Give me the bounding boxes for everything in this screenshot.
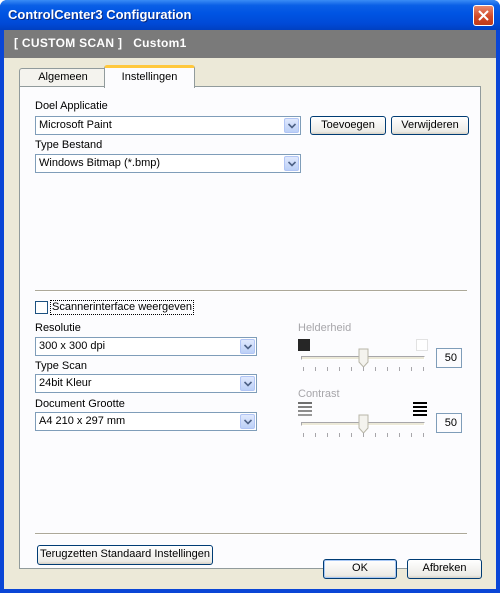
slider-tick <box>351 433 352 437</box>
slider-tick <box>327 433 328 437</box>
remove-button-label: Verwijderen <box>401 119 459 131</box>
document-select[interactable]: A4 210 x 297 mm <box>35 412 257 431</box>
slider-tick <box>339 367 340 371</box>
tab-instellingen-label: Instellingen <box>121 71 178 83</box>
ok-button[interactable]: OK <box>323 559 397 579</box>
slider-tick <box>399 433 400 437</box>
bestand-label: Type Bestand <box>35 139 103 151</box>
scanner-interface-label: Scannerinterface weergeven <box>52 301 193 313</box>
resolutie-value: 300 x 300 dpi <box>39 340 106 352</box>
type-scan-label: Type Scan <box>35 360 87 372</box>
slider-tick <box>375 433 376 437</box>
helderheid-slider-thumb[interactable] <box>358 348 369 368</box>
doel-value: Microsoft Paint <box>39 119 112 131</box>
tab-instellingen[interactable]: Instellingen <box>104 65 195 88</box>
type-scan-value: 24bit Kleur <box>39 377 92 389</box>
chevron-down-icon <box>284 156 299 171</box>
slider-tick <box>387 367 388 371</box>
tab-algemeen-label: Algemeen <box>38 71 88 83</box>
contrast-value: 50 <box>444 417 457 429</box>
contrast-label: Contrast <box>298 388 340 400</box>
slider-tick <box>363 367 364 371</box>
resolutie-label: Resolutie <box>35 322 81 334</box>
type-scan-select[interactable]: 24bit Kleur <box>35 374 257 393</box>
slider-tick <box>363 433 364 437</box>
scan-header: [ CUSTOM SCAN ] Custom1 <box>4 30 496 58</box>
add-button-label: Toevoegen <box>321 119 375 131</box>
settings-panel: Doel Applicatie Microsoft Paint Toevoege… <box>19 86 481 569</box>
scan-name: Custom1 <box>133 36 187 50</box>
scanner-interface-checkbox[interactable] <box>35 301 48 314</box>
reset-defaults-button[interactable]: Terugzetten Standaard Instellingen <box>37 545 213 565</box>
chevron-down-icon <box>240 339 255 354</box>
add-button[interactable]: Toevoegen <box>310 116 386 135</box>
resolutie-select[interactable]: 300 x 300 dpi <box>35 337 257 356</box>
tab-algemeen[interactable]: Algemeen <box>19 68 107 87</box>
slider-tick <box>315 433 316 437</box>
low-contrast-icon <box>298 402 312 416</box>
chevron-down-icon <box>284 118 299 133</box>
helderheid-label: Helderheid <box>298 322 352 334</box>
slider-tick <box>423 367 424 371</box>
document-value: A4 210 x 297 mm <box>39 415 126 427</box>
document-label: Document Grootte <box>35 398 125 410</box>
bestand-select[interactable]: Windows Bitmap (*.bmp) <box>35 154 301 173</box>
remove-button[interactable]: Verwijderen <box>391 116 469 135</box>
window-title: ControlCenter3 Configuration <box>8 7 192 22</box>
doel-select[interactable]: Microsoft Paint <box>35 116 301 135</box>
dark-swatch-icon <box>298 339 310 351</box>
high-contrast-icon <box>413 402 427 416</box>
slider-tick <box>315 367 316 371</box>
helderheid-value: 50 <box>444 352 457 364</box>
slider-tick <box>411 367 412 371</box>
scan-header-text: [ CUSTOM SCAN ] Custom1 <box>14 36 187 50</box>
scan-mode: [ CUSTOM SCAN ] <box>14 36 123 50</box>
dialog-window: ControlCenter3 Configuration [ CUSTOM SC… <box>0 0 500 593</box>
chevron-down-icon <box>240 414 255 429</box>
close-icon <box>478 10 489 21</box>
scanner-interface-label-wrap[interactable]: Scannerinterface weergeven <box>50 300 195 315</box>
slider-tick <box>423 433 424 437</box>
slider-tick <box>303 433 304 437</box>
contrast-value-box[interactable]: 50 <box>436 413 462 433</box>
slider-tick <box>339 433 340 437</box>
chevron-down-icon <box>240 376 255 391</box>
section-divider <box>35 290 467 292</box>
slider-tick <box>411 433 412 437</box>
slider-tick <box>387 433 388 437</box>
cancel-button[interactable]: Afbreken <box>407 559 482 579</box>
cancel-button-label: Afbreken <box>422 562 467 574</box>
slider-tick <box>399 367 400 371</box>
helderheid-value-box[interactable]: 50 <box>436 348 462 368</box>
slider-tick <box>303 367 304 371</box>
slider-tick <box>327 367 328 371</box>
slider-tick <box>375 367 376 371</box>
light-swatch-icon <box>416 339 428 351</box>
slider-tick <box>351 367 352 371</box>
reset-defaults-label: Terugzetten Standaard Instellingen <box>39 548 210 560</box>
close-button[interactable] <box>473 5 494 26</box>
dialog-body: [ CUSTOM SCAN ] Custom1 Algemeen Instell… <box>4 30 496 589</box>
bottom-divider <box>35 533 467 535</box>
title-bar[interactable]: ControlCenter3 Configuration <box>0 0 500 30</box>
bestand-value: Windows Bitmap (*.bmp) <box>39 157 161 169</box>
contrast-slider-thumb[interactable] <box>358 414 369 434</box>
tab-strip: Algemeen Instellingen <box>19 65 479 88</box>
doel-label: Doel Applicatie <box>35 100 108 112</box>
ok-button-label: OK <box>352 562 368 574</box>
